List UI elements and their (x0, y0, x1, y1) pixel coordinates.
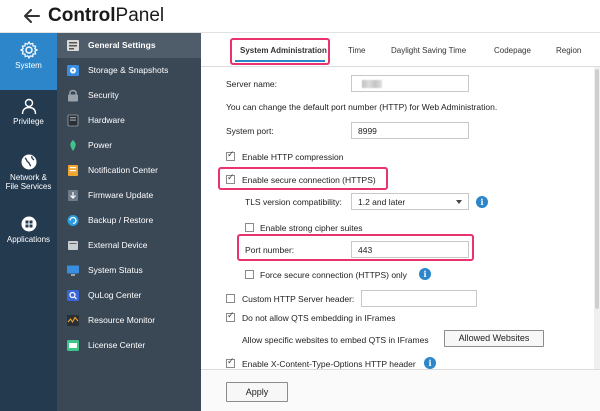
globe-icon (21, 154, 36, 170)
rail-item-privilege[interactable]: Privilege (0, 97, 57, 147)
force-secure-info-icon[interactable]: i (419, 268, 431, 280)
tls-version-label: TLS version compatibility: (245, 197, 342, 207)
rail-label-network-line1: Network & (10, 173, 47, 182)
secure-connection-label: Enable secure connection (HTTPS) (242, 175, 376, 185)
subnav-item-external-device[interactable]: External Device (57, 233, 201, 258)
apply-button[interactable]: Apply (226, 382, 288, 402)
strong-cipher-label: Enable strong cipher suites (260, 223, 363, 233)
system-port-input[interactable]: 8999 (351, 122, 469, 139)
scrollbar[interactable] (594, 67, 600, 369)
subnav-item-backup-restore[interactable]: Backup / Restore (57, 208, 201, 233)
tls-version-select[interactable]: 1.2 and later (351, 193, 469, 210)
tab-system-administration[interactable]: System Administration (240, 46, 327, 55)
tls-info-icon[interactable]: i (476, 196, 488, 208)
server-name-label: Server name: (226, 79, 278, 89)
gear-icon (19, 41, 38, 59)
subnav-item-system-status[interactable]: System Status (57, 258, 201, 283)
subnav-item-qulog-center[interactable]: QuLog Center (57, 283, 201, 308)
hardware-icon (67, 114, 79, 127)
x-content-label: Enable X-Content-Type-Options HTTP heade… (242, 359, 416, 369)
custom-header-checkbox[interactable] (226, 294, 235, 303)
system-status-icon (67, 265, 79, 276)
user-icon (21, 98, 36, 115)
custom-header-label: Custom HTTP Server header: (242, 294, 355, 304)
subnav-item-general-settings[interactable]: General Settings (57, 33, 201, 58)
server-name-input[interactable] (351, 75, 469, 92)
rail-label-applications: Applications (6, 235, 51, 244)
strong-cipher-checkbox[interactable] (245, 223, 254, 232)
applications-icon (21, 216, 36, 232)
rail-item-system[interactable]: System (0, 33, 57, 90)
settings-subnav: General Settings Storage & Snapshots Sec… (57, 33, 201, 411)
subnav-item-resource-monitor[interactable]: Resource Monitor (57, 308, 201, 333)
tab-daylight-saving-time[interactable]: Daylight Saving Time (391, 46, 466, 55)
port-number-input[interactable]: 443 (351, 241, 469, 258)
active-tab-indicator (235, 60, 325, 62)
power-icon (70, 140, 76, 151)
subnav-item-hardware[interactable]: Hardware (57, 108, 201, 133)
port-info-text: You can change the default port number (… (226, 102, 498, 112)
resource-monitor-icon (67, 315, 79, 326)
system-port-label: System port: (226, 126, 274, 136)
http-compression-checkbox[interactable] (226, 150, 235, 161)
tls-version-value: 1.2 and later (358, 197, 406, 207)
general-settings-icon (67, 40, 79, 51)
subnav-item-storage-snapshots[interactable]: Storage & Snapshots (57, 58, 201, 83)
back-arrow-icon[interactable] (24, 9, 40, 23)
subnav-item-security[interactable]: Security (57, 83, 201, 108)
subnav-item-license-center[interactable]: License Center (57, 333, 201, 358)
tab-codepage[interactable]: Codepage (494, 46, 531, 55)
settings-content: System Administration Time Daylight Savi… (201, 33, 600, 411)
blurred-server-name (362, 80, 382, 88)
rail-label-privilege: Privilege (13, 117, 44, 126)
backup-icon (67, 215, 79, 226)
allowed-websites-button[interactable]: Allowed Websites (444, 330, 544, 347)
port-number-label: Port number: (245, 245, 295, 255)
chevron-down-icon (456, 200, 462, 204)
scrollbar-thumb[interactable] (595, 69, 599, 309)
subnav-item-power[interactable]: Power (57, 133, 201, 158)
x-content-info-icon[interactable]: i (424, 357, 436, 369)
lock-icon (68, 89, 78, 102)
main-category-rail: System Privilege Network & File Services… (0, 33, 57, 411)
tab-region[interactable]: Region (556, 46, 581, 55)
firmware-icon (68, 190, 78, 201)
http-compression-label: Enable HTTP compression (242, 152, 344, 162)
tab-time[interactable]: Time (348, 46, 365, 55)
notification-icon (68, 165, 78, 176)
no-iframes-label: Do not allow QTS embedding in IFrames (242, 313, 396, 323)
rail-label-network-line2: File Services (5, 182, 52, 191)
custom-header-input[interactable] (361, 290, 477, 307)
rail-item-applications[interactable]: Applications (0, 215, 57, 255)
tab-bar: System Administration Time Daylight Savi… (201, 33, 600, 67)
app-title: ControlPanel (48, 5, 165, 26)
secure-connection-checkbox[interactable] (226, 173, 235, 184)
rail-label-system: System (15, 61, 42, 70)
no-iframes-checkbox[interactable] (226, 311, 235, 322)
license-icon (67, 340, 79, 351)
force-secure-checkbox[interactable] (245, 270, 254, 279)
force-secure-label: Force secure connection (HTTPS) only (260, 270, 407, 280)
external-device-icon (68, 241, 78, 250)
storage-icon (67, 65, 79, 76)
allow-specific-label: Allow specific websites to embed QTS in … (242, 335, 429, 345)
footer-bar: Apply (201, 369, 600, 411)
rail-item-network-file-services[interactable]: Network & File Services (0, 153, 57, 203)
x-content-checkbox[interactable] (226, 357, 235, 368)
top-bar: ControlPanel (0, 0, 600, 33)
qulog-icon (67, 290, 79, 301)
subnav-item-notification-center[interactable]: Notification Center (57, 158, 201, 183)
subnav-item-firmware-update[interactable]: Firmware Update (57, 183, 201, 208)
